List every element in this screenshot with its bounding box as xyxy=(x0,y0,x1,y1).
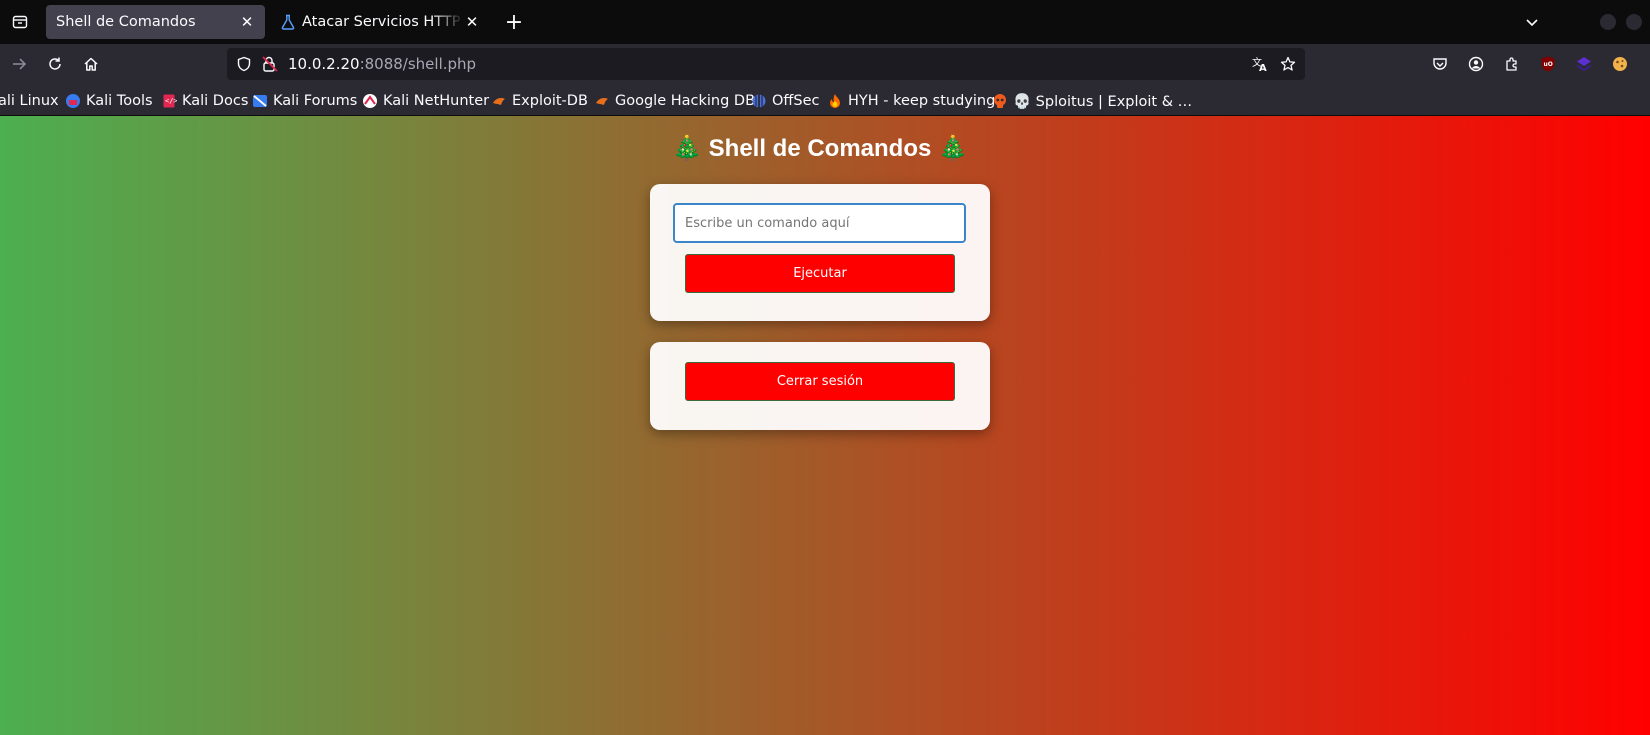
navigation-toolbar: 10.0.2.20:8088/shell.php 文A uO xyxy=(0,44,1650,84)
forward-icon[interactable] xyxy=(7,52,31,76)
page-content: 🎄 Shell de Comandos 🎄 Ejecutar Cerrar se… xyxy=(0,116,1650,735)
bookmark-label: Kali Tools xyxy=(86,93,153,109)
bookmark-label: Kali NetHunter xyxy=(383,93,490,109)
pocket-icon[interactable] xyxy=(1428,52,1452,76)
new-tab-button[interactable]: + xyxy=(502,10,526,35)
bookmark-kali-linux[interactable]: ali Linux xyxy=(0,91,59,111)
svg-text:</>: </> xyxy=(165,97,177,105)
logout-card: Cerrar sesión xyxy=(650,342,990,430)
bookmark-kali-nethunter[interactable]: Kali NetHunter xyxy=(362,91,489,111)
svg-text:A: A xyxy=(1259,63,1267,73)
extensions-icon[interactable] xyxy=(1500,52,1524,76)
bookmark-star-icon[interactable] xyxy=(1278,54,1298,74)
bookmark-label: Exploit-DB xyxy=(512,93,588,109)
url-host: 10.0.2.20 xyxy=(288,55,360,73)
minimize-button[interactable] xyxy=(1600,14,1616,30)
page-title: 🎄 Shell de Comandos 🎄 xyxy=(672,135,968,162)
nethunter-icon xyxy=(362,93,378,109)
tab-title: Shell de Comandos xyxy=(56,14,196,30)
bookmark-sploitus[interactable]: 💀 Sploitus | Exploit & … xyxy=(992,91,1192,111)
bookmark-exploit-db[interactable]: Exploit-DB xyxy=(491,91,588,111)
reload-icon[interactable] xyxy=(43,52,67,76)
kali-docs-icon: </> xyxy=(161,93,177,109)
url-path: :8088/shell.php xyxy=(359,55,477,73)
ublock-origin-icon[interactable]: uO xyxy=(1536,52,1560,76)
insecure-lock-icon[interactable] xyxy=(260,54,280,74)
layers-extension-icon[interactable] xyxy=(1572,52,1596,76)
cookie-extension-icon[interactable] xyxy=(1608,52,1632,76)
translate-icon[interactable]: 文A xyxy=(1250,54,1270,74)
kali-tools-icon xyxy=(65,93,81,109)
bookmark-offsec[interactable]: OffSec xyxy=(751,91,820,111)
command-card: Ejecutar xyxy=(650,184,990,321)
tab-shell-de-comandos[interactable]: Shell de Comandos ✕ xyxy=(46,5,265,39)
bookmarks-toolbar: ali Linux Kali Tools </> Kali Docs Kali … xyxy=(0,84,1650,116)
home-icon[interactable] xyxy=(79,52,103,76)
offsec-icon xyxy=(751,93,767,109)
ghdb-icon xyxy=(594,93,610,109)
bookmark-google-hacking-db[interactable]: Google Hacking DB xyxy=(594,91,755,111)
shield-icon[interactable] xyxy=(234,54,254,74)
tab-strip: Shell de Comandos ✕ Atacar Servicios HTT… xyxy=(0,0,1650,44)
bookmark-kali-forums[interactable]: Kali Forums xyxy=(252,91,357,111)
url-text[interactable]: 10.0.2.20:8088/shell.php xyxy=(288,55,476,73)
account-icon[interactable] xyxy=(1464,52,1488,76)
fire-icon xyxy=(827,93,843,109)
bookmark-hyh[interactable]: HYH - keep studying xyxy=(827,91,995,111)
bookmark-kali-tools[interactable]: Kali Tools xyxy=(65,91,153,111)
bookmark-kali-docs[interactable]: </> Kali Docs xyxy=(161,91,248,111)
command-input[interactable] xyxy=(673,203,966,243)
bookmark-label: ali Linux xyxy=(0,93,59,109)
tab-atacar-servicios[interactable]: Atacar Servicios HTTP con ✕ xyxy=(270,5,490,39)
bookmark-label: OffSec xyxy=(772,93,820,109)
skull-icon xyxy=(992,93,1008,109)
close-window-button[interactable] xyxy=(1626,14,1642,30)
bookmark-label: Kali Forums xyxy=(273,93,358,109)
bookmark-label: Kali Docs xyxy=(182,93,249,109)
close-tab-icon[interactable]: ✕ xyxy=(239,13,255,31)
exploitdb-icon xyxy=(491,93,507,109)
execute-button[interactable]: Ejecutar xyxy=(685,254,955,293)
chevron-down-icon[interactable] xyxy=(1520,10,1544,34)
url-bar[interactable]: 10.0.2.20:8088/shell.php 文A xyxy=(227,48,1305,80)
flask-icon xyxy=(280,14,296,30)
logout-button[interactable]: Cerrar sesión xyxy=(685,362,955,401)
close-tab-icon[interactable]: ✕ xyxy=(464,13,480,31)
svg-text:uO: uO xyxy=(1544,61,1553,68)
bookmark-label: 💀 Sploitus | Exploit & … xyxy=(1013,93,1193,110)
firefox-view-icon[interactable] xyxy=(8,10,32,34)
kali-forums-icon xyxy=(252,93,268,109)
bookmark-label: Google Hacking DB xyxy=(615,93,756,109)
tab-title: Atacar Servicios HTTP con xyxy=(302,14,464,30)
bookmark-label: HYH - keep studying xyxy=(848,93,996,109)
